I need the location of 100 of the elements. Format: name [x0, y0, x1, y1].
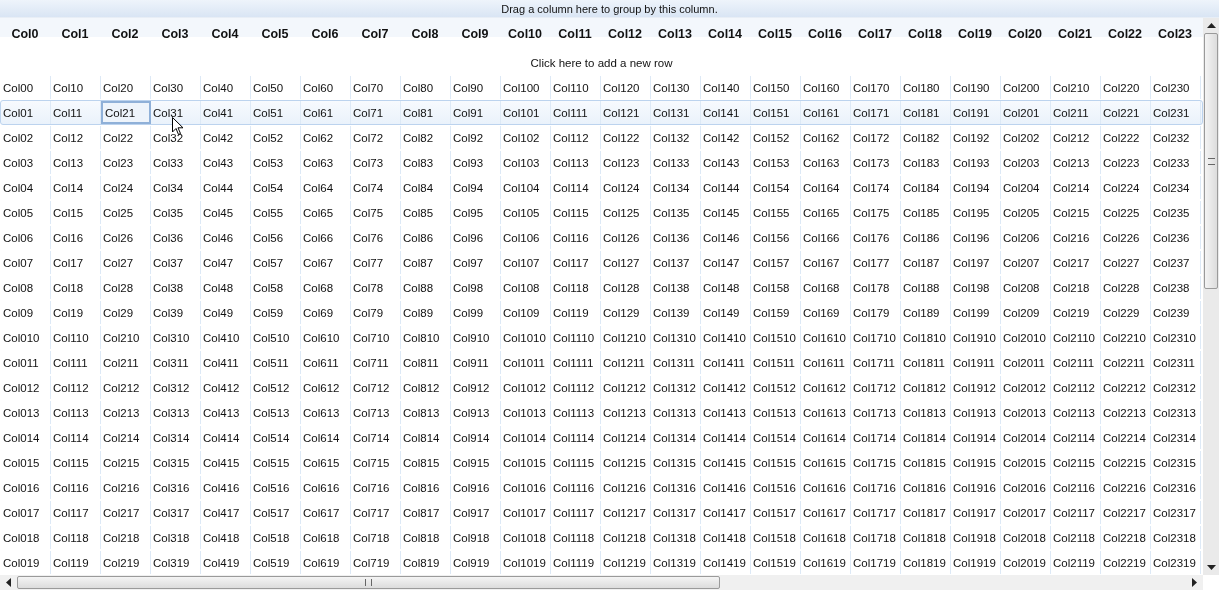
- table-cell[interactable]: Col99: [451, 301, 501, 324]
- table-cell[interactable]: Col130: [651, 76, 701, 99]
- table-cell[interactable]: Col2212: [1101, 376, 1151, 399]
- table-cell[interactable]: Col235: [1151, 201, 1201, 224]
- table-cell[interactable]: Col1016: [501, 476, 551, 499]
- table-cell[interactable]: Col2218: [1101, 526, 1151, 549]
- table-cell[interactable]: Col45: [201, 201, 251, 224]
- table-cell[interactable]: Col1618: [801, 526, 851, 549]
- table-cell[interactable]: Col713: [351, 401, 401, 424]
- table-cell[interactable]: Col1619: [801, 551, 851, 574]
- column-header[interactable]: Col21: [1050, 27, 1100, 41]
- table-cell[interactable]: Col149: [701, 301, 751, 324]
- table-cell[interactable]: Col918: [451, 526, 501, 549]
- column-header[interactable]: Col12: [600, 27, 650, 41]
- table-cell[interactable]: Col233: [1151, 151, 1201, 174]
- table-cell[interactable]: Col104: [501, 176, 551, 199]
- table-cell[interactable]: Col55: [251, 201, 301, 224]
- table-cell[interactable]: Col82: [401, 126, 451, 149]
- table-cell[interactable]: Col06: [1, 226, 51, 249]
- table-cell[interactable]: Col114: [51, 426, 101, 449]
- table-cell[interactable]: Col15: [51, 201, 101, 224]
- table-cell[interactable]: Col1212: [601, 376, 651, 399]
- table-cell[interactable]: Col207: [1001, 251, 1051, 274]
- table-cell[interactable]: Col513: [251, 401, 301, 424]
- table-cell[interactable]: Col220: [1101, 76, 1151, 99]
- table-cell[interactable]: Col165: [801, 201, 851, 224]
- table-cell[interactable]: Col37: [151, 251, 201, 274]
- table-cell[interactable]: Col1219: [601, 551, 651, 574]
- table-cell[interactable]: Col121: [601, 101, 651, 124]
- column-header[interactable]: Col2: [100, 27, 150, 41]
- table-cell[interactable]: Col17: [51, 251, 101, 274]
- table-cell[interactable]: Col142: [701, 126, 751, 149]
- table-cell[interactable]: Col2112: [1051, 376, 1101, 399]
- table-row[interactable]: Col08 Col18 Col28 Col38 Col48 Col58 Col68 Col78 Col88 Col98 Col108 Col118 Col128 Col138 Col148 Col158 Col168 Col178 Col188 Col198 Col208 Col218 Col228 Col238: [0, 275, 1203, 300]
- table-row[interactable]: Col012 Col112 Col212 Col312 Col412 Col512 Col612 Col712 Col812 Col912 Col1012 Col1112 Col1212 Col1312 Col1412 Col1512 Col1612 Col1712 Col1812 Col1912 Col2012 Col2112 Col2212 Col2312: [0, 375, 1203, 400]
- table-cell[interactable]: Col169: [801, 301, 851, 324]
- column-header[interactable]: Col17: [850, 27, 900, 41]
- table-cell[interactable]: Col53: [251, 151, 301, 174]
- table-cell[interactable]: Col2015: [1001, 451, 1051, 474]
- table-cell[interactable]: Col1917: [951, 501, 1001, 524]
- table-cell[interactable]: Col2110: [1051, 326, 1101, 349]
- table-cell[interactable]: Col239: [1151, 301, 1201, 324]
- table-cell[interactable]: Col2313: [1151, 401, 1201, 424]
- table-cell[interactable]: Col119: [51, 551, 101, 574]
- table-cell[interactable]: Col43: [201, 151, 251, 174]
- table-cell[interactable]: Col102: [501, 126, 551, 149]
- table-cell[interactable]: Col1915: [951, 451, 1001, 474]
- table-cell[interactable]: Col1414: [701, 426, 751, 449]
- table-cell[interactable]: Col1210: [601, 326, 651, 349]
- table-cell[interactable]: Col112: [551, 126, 601, 149]
- table-cell[interactable]: Col017: [1, 501, 51, 524]
- table-cell[interactable]: Col110: [51, 326, 101, 349]
- table-cell[interactable]: Col613: [301, 401, 351, 424]
- table-cell[interactable]: Col92: [451, 126, 501, 149]
- table-cell[interactable]: Col1315: [651, 451, 701, 474]
- table-cell[interactable]: Col30: [151, 76, 201, 99]
- table-cell[interactable]: Col40: [201, 76, 251, 99]
- table-cell[interactable]: Col819: [401, 551, 451, 574]
- table-cell[interactable]: Col24: [101, 176, 151, 199]
- column-header[interactable]: Col5: [250, 27, 300, 41]
- new-row-button[interactable]: Click here to add a new row: [0, 50, 1203, 75]
- table-cell[interactable]: Col213: [101, 401, 151, 424]
- table-cell[interactable]: Col202: [1001, 126, 1051, 149]
- table-row[interactable]: Col011 Col111 Col211 Col311 Col411 Col511 Col611 Col711 Col811 Col911 Col1011 Col1111 Col1211 Col1311 Col1411 Col1511 Col1611 Col1711 Col1811 Col1911 Col2011 Col2111 Col2211 Col2311: [0, 350, 1203, 375]
- table-cell[interactable]: Col2214: [1101, 426, 1151, 449]
- table-cell[interactable]: Col1811: [901, 351, 951, 374]
- table-cell[interactable]: Col01: [1, 101, 51, 124]
- table-cell[interactable]: Col140: [701, 76, 751, 99]
- table-cell[interactable]: Col164: [801, 176, 851, 199]
- table-cell[interactable]: Col416: [201, 476, 251, 499]
- table-cell[interactable]: Col2117: [1051, 501, 1101, 524]
- table-cell[interactable]: Col158: [751, 276, 801, 299]
- table-cell[interactable]: Col137: [651, 251, 701, 274]
- column-header[interactable]: Col15: [750, 27, 800, 41]
- table-row[interactable]: Col017 Col117 Col217 Col317 Col417 Col517 Col617 Col717 Col817 Col917 Col1017 Col1117 Col1217 Col1317 Col1417 Col1517 Col1617 Col1717 Col1817 Col1917 Col2017 Col2117 Col2217 Col2317: [0, 500, 1203, 525]
- table-cell[interactable]: Col1010: [501, 326, 551, 349]
- table-cell[interactable]: Col38: [151, 276, 201, 299]
- table-cell[interactable]: Col1519: [751, 551, 801, 574]
- table-cell[interactable]: Col715: [351, 451, 401, 474]
- table-cell[interactable]: Col1418: [701, 526, 751, 549]
- table-cell[interactable]: Col1318: [651, 526, 701, 549]
- table-cell[interactable]: Col1312: [651, 376, 701, 399]
- table-cell[interactable]: Col319: [151, 551, 201, 574]
- table-cell[interactable]: Col1617: [801, 501, 851, 524]
- table-cell[interactable]: Col181: [901, 101, 951, 124]
- table-cell[interactable]: Col226: [1101, 226, 1151, 249]
- scrollbar-thumb[interactable]: [17, 576, 720, 589]
- table-cell[interactable]: Col25: [101, 201, 151, 224]
- table-cell[interactable]: Col120: [601, 76, 651, 99]
- table-cell[interactable]: Col615: [301, 451, 351, 474]
- table-cell[interactable]: Col1810: [901, 326, 951, 349]
- table-cell[interactable]: Col218: [101, 526, 151, 549]
- table-cell[interactable]: Col94: [451, 176, 501, 199]
- table-cell[interactable]: Col2012: [1001, 376, 1051, 399]
- table-cell[interactable]: Col917: [451, 501, 501, 524]
- table-cell[interactable]: Col511: [251, 351, 301, 374]
- table-cell[interactable]: Col157: [751, 251, 801, 274]
- table-cell[interactable]: Col73: [351, 151, 401, 174]
- table-cell[interactable]: Col16: [51, 226, 101, 249]
- table-cell[interactable]: Col1916: [951, 476, 1001, 499]
